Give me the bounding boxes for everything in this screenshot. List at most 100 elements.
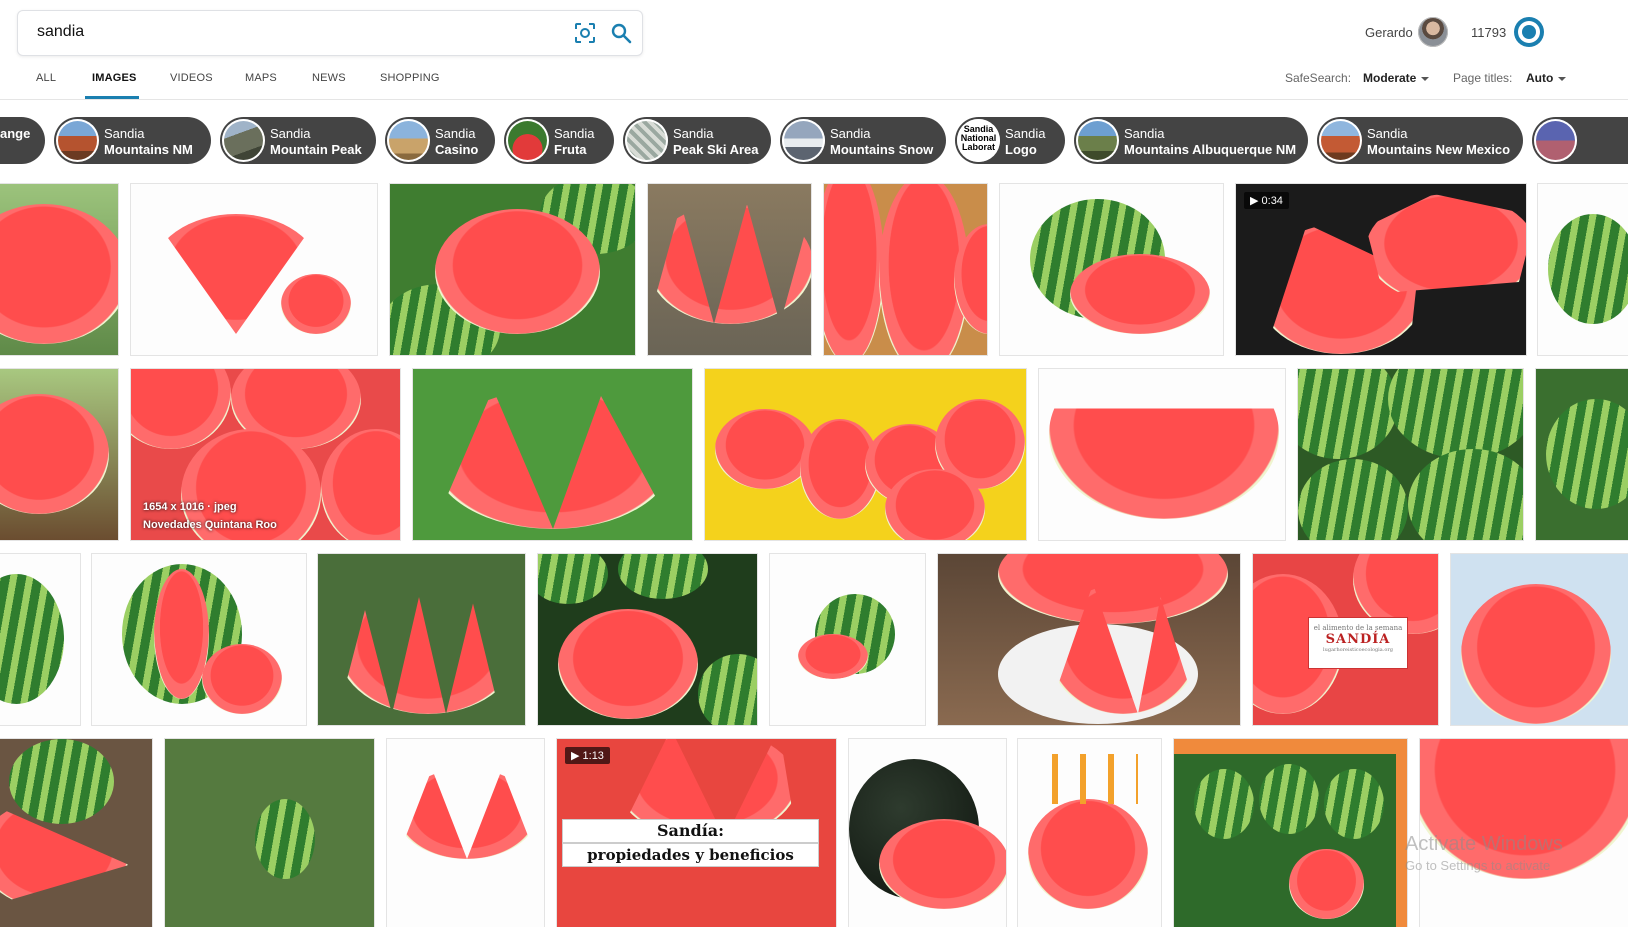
video-duration: 0:34 — [1261, 195, 1283, 207]
image-result[interactable] — [823, 183, 988, 356]
chip-thumbnail — [1534, 119, 1577, 162]
watermark-slices — [433, 389, 673, 529]
image-result[interactable] — [0, 368, 119, 541]
related-searches: ange Sandia Mountains NM Sandia Mountain P… — [0, 117, 1628, 165]
card-small-text: el alimento de la semana — [1313, 624, 1403, 632]
related-chip[interactable]: Sandia National Laborat Sandia Logo — [955, 117, 1065, 164]
related-chip[interactable]: Sandia Mountains Snow — [780, 117, 946, 164]
activate-windows-subtitle: Go to Settings to activate — [1405, 858, 1551, 873]
whole-watermelon — [255, 799, 315, 879]
page-titles-dropdown[interactable]: Auto — [1526, 71, 1567, 85]
image-result[interactable] — [1038, 368, 1286, 541]
visual-search-icon[interactable] — [574, 22, 596, 44]
search-icon[interactable] — [610, 22, 632, 44]
whole-watermelon — [698, 654, 757, 725]
image-result[interactable] — [0, 183, 119, 356]
image-result[interactable]: 1654 x 1016 · jpeg Novedades Quintana Ro… — [130, 368, 401, 541]
tab-news[interactable]: NEWS — [312, 72, 346, 84]
image-result[interactable]: ▶ 0:34 — [1235, 183, 1527, 356]
tab-images[interactable]: IMAGES — [92, 72, 137, 84]
search-box[interactable]: sandia — [17, 10, 643, 56]
whole-watermelon — [1548, 214, 1628, 324]
related-chip[interactable]: ange — [0, 117, 45, 164]
image-result[interactable] — [317, 553, 526, 726]
image-result[interactable]: ▶ 1:13 Sandía: propiedades y beneficios — [556, 738, 837, 927]
watermark-half — [558, 609, 698, 719]
chip-line1: Sandia — [1005, 126, 1046, 141]
watermark-half — [1289, 849, 1364, 919]
image-result[interactable] — [389, 183, 636, 356]
chip-line2: Mountains Albuquerque NM — [1124, 142, 1297, 157]
watermark-slice — [998, 554, 1228, 624]
image-result[interactable] — [937, 553, 1241, 726]
related-chip[interactable]: Sandia Casino — [385, 117, 495, 164]
related-chip[interactable]: Sandia Mountains Albuquerque NM — [1074, 117, 1308, 164]
chevron-down-icon — [1421, 76, 1430, 81]
image-result[interactable] — [1537, 183, 1628, 356]
whole-watermelon — [0, 574, 64, 704]
related-chip[interactable]: Sandia Mountain Peak — [220, 117, 376, 164]
image-result[interactable] — [1297, 368, 1524, 541]
video-title-line2: propiedades y beneficios — [562, 843, 819, 867]
image-result[interactable] — [130, 183, 378, 356]
active-tab-indicator — [85, 96, 139, 99]
whole-watermelon — [9, 739, 114, 824]
image-result[interactable] — [1450, 553, 1628, 726]
chevron-down-icon — [1558, 76, 1567, 81]
watermark-slice — [0, 204, 118, 344]
watermark-half — [435, 209, 600, 334]
chip-line2: Fruta — [554, 142, 587, 157]
chip-line1: Sandia — [1367, 126, 1408, 141]
watermark-slice — [321, 429, 400, 540]
related-chip[interactable] — [1532, 117, 1628, 164]
rewards-count[interactable]: 11793 — [1471, 25, 1506, 40]
safesearch-dropdown[interactable]: Moderate — [1363, 71, 1430, 85]
search-input[interactable]: sandia — [37, 23, 84, 41]
whole-watermelon — [1194, 769, 1254, 839]
image-result[interactable] — [647, 183, 812, 356]
image-result[interactable] — [1535, 368, 1628, 541]
image-result[interactable] — [164, 738, 375, 927]
image-result[interactable] — [1017, 738, 1162, 927]
user-name[interactable]: Gerardo — [1365, 25, 1413, 40]
chip-line1: Sandia — [554, 126, 595, 141]
chip-thumbnail — [387, 119, 430, 162]
tab-maps[interactable]: MAPS — [245, 72, 277, 84]
chip-line2: Mountain Peak — [270, 142, 362, 157]
card-title: SANDÍA — [1325, 632, 1391, 647]
safesearch-label: SafeSearch: — [1285, 71, 1352, 85]
watermark-half — [1049, 408, 1279, 519]
whole-watermelon — [1324, 769, 1384, 839]
image-result[interactable] — [848, 738, 1007, 927]
related-chip[interactable]: Sandia Mountains New Mexico — [1317, 117, 1523, 164]
related-chip[interactable]: Sandia Mountains NM — [54, 117, 211, 164]
chip-thumbnail — [1319, 119, 1362, 162]
tab-videos[interactable]: VIDEOS — [170, 72, 213, 84]
whole-watermelon — [1388, 369, 1523, 459]
tab-all[interactable]: ALL — [36, 72, 56, 84]
image-result[interactable] — [91, 553, 307, 726]
watermark-slice — [202, 644, 282, 714]
image-result[interactable] — [0, 553, 81, 726]
whole-watermelon — [1408, 449, 1523, 540]
image-result[interactable] — [769, 553, 926, 726]
image-result[interactable] — [999, 183, 1224, 356]
image-result[interactable] — [704, 368, 1027, 541]
image-result[interactable] — [0, 738, 153, 927]
card-url: lugarhoreisticoecologia.org — [1323, 647, 1393, 653]
watermark-half — [1070, 254, 1210, 334]
rewards-icon[interactable] — [1514, 17, 1544, 47]
image-result[interactable] — [412, 368, 693, 541]
avatar[interactable] — [1418, 17, 1448, 47]
image-results-grid: ▶ 0:34 1654 x 1016 · jpeg Novedades Quin… — [0, 183, 1628, 927]
rewards-icon-core — [1522, 25, 1536, 39]
related-chip[interactable]: Sandia Peak Ski Area — [623, 117, 771, 164]
chip-line1: Sandia — [1124, 126, 1165, 141]
video-duration: 1:13 — [582, 750, 604, 762]
image-result[interactable]: el alimento de la semana SANDÍA lugarhor… — [1252, 553, 1439, 726]
image-result[interactable] — [386, 738, 545, 927]
image-result[interactable] — [537, 553, 758, 726]
tab-shopping[interactable]: SHOPPING — [380, 72, 440, 84]
image-result[interactable] — [1173, 738, 1408, 927]
related-chip[interactable]: Sandia Fruta — [504, 117, 614, 164]
